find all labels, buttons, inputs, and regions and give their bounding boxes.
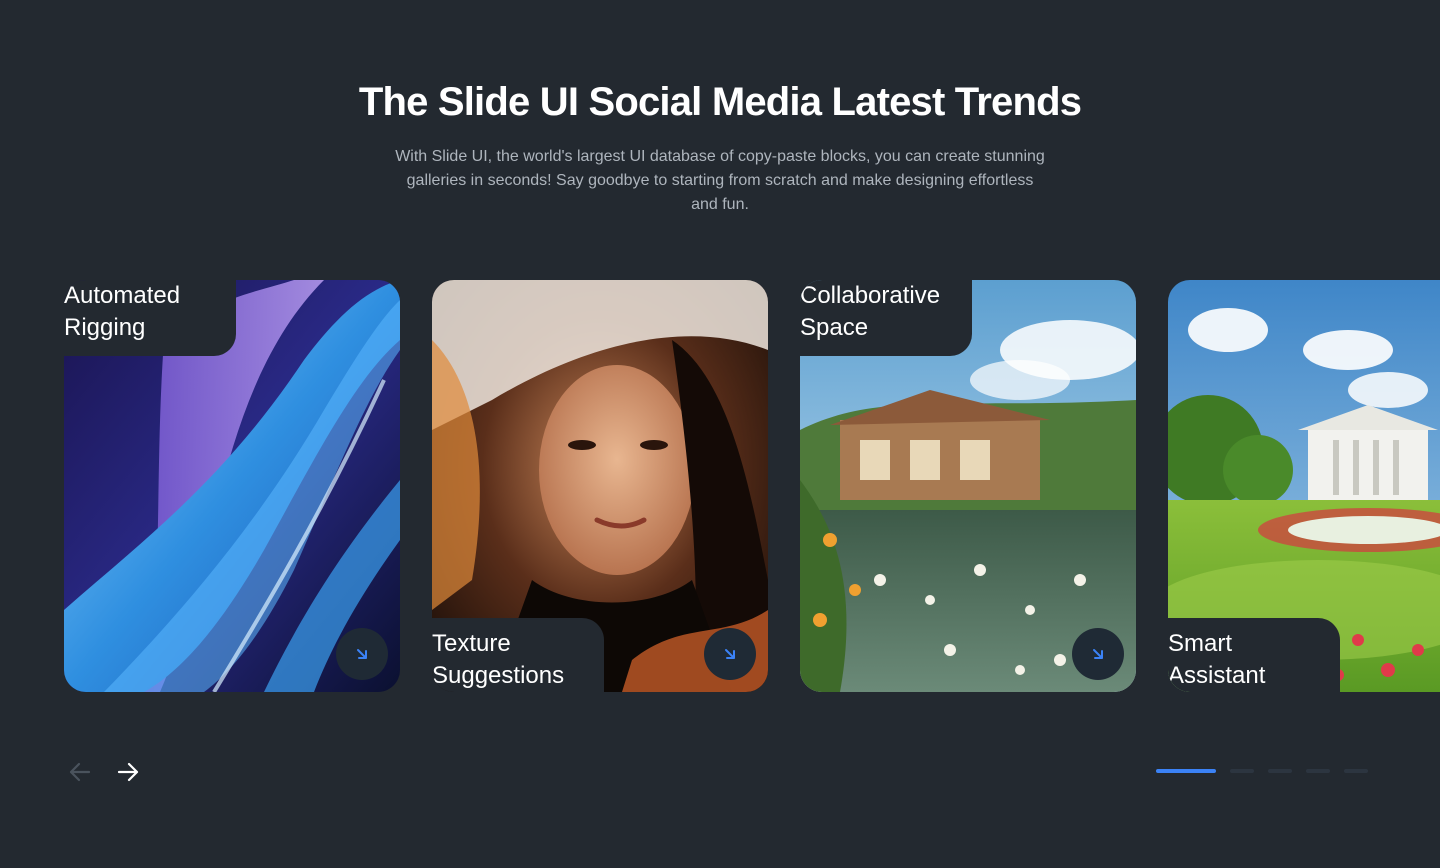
arrow-right-icon (117, 762, 139, 782)
card-title: Smart Assistant (1168, 630, 1266, 689)
arrow-down-right-icon (357, 649, 367, 659)
card-title: Collaborative Space (800, 282, 941, 341)
pagination-dot-1[interactable] (1156, 769, 1216, 773)
page-description: With Slide UI, the world's largest UI da… (395, 148, 1045, 213)
pagination-dot-2[interactable] (1230, 769, 1254, 773)
card-open-button[interactable] (704, 628, 756, 680)
pagination (1156, 769, 1368, 773)
page-title: The Slide UI Social Media Latest Trends (358, 80, 1082, 124)
pagination-dot-3[interactable] (1268, 769, 1292, 773)
pagination-dot-5[interactable] (1344, 769, 1368, 773)
card-collaborative-space[interactable]: Collaborative Space (800, 280, 1136, 692)
card-automated-rigging[interactable]: Automated Rigging (64, 280, 400, 692)
card-open-button[interactable] (336, 628, 388, 680)
arrow-down-right-icon (1093, 649, 1103, 659)
pagination-dot-4[interactable] (1306, 769, 1330, 773)
arrow-down-right-icon (725, 649, 735, 659)
card-open-button[interactable] (1072, 628, 1124, 680)
card-smart-assistant[interactable]: Smart Assistant (1168, 280, 1440, 692)
next-button[interactable] (114, 758, 142, 786)
prev-button[interactable] (66, 758, 94, 786)
card-title: Automated Rigging (64, 282, 181, 341)
arrow-left-icon (69, 762, 91, 782)
card-title: Texture Suggestions (432, 630, 565, 689)
card-texture-suggestions[interactable]: Texture Suggestions (432, 280, 768, 692)
